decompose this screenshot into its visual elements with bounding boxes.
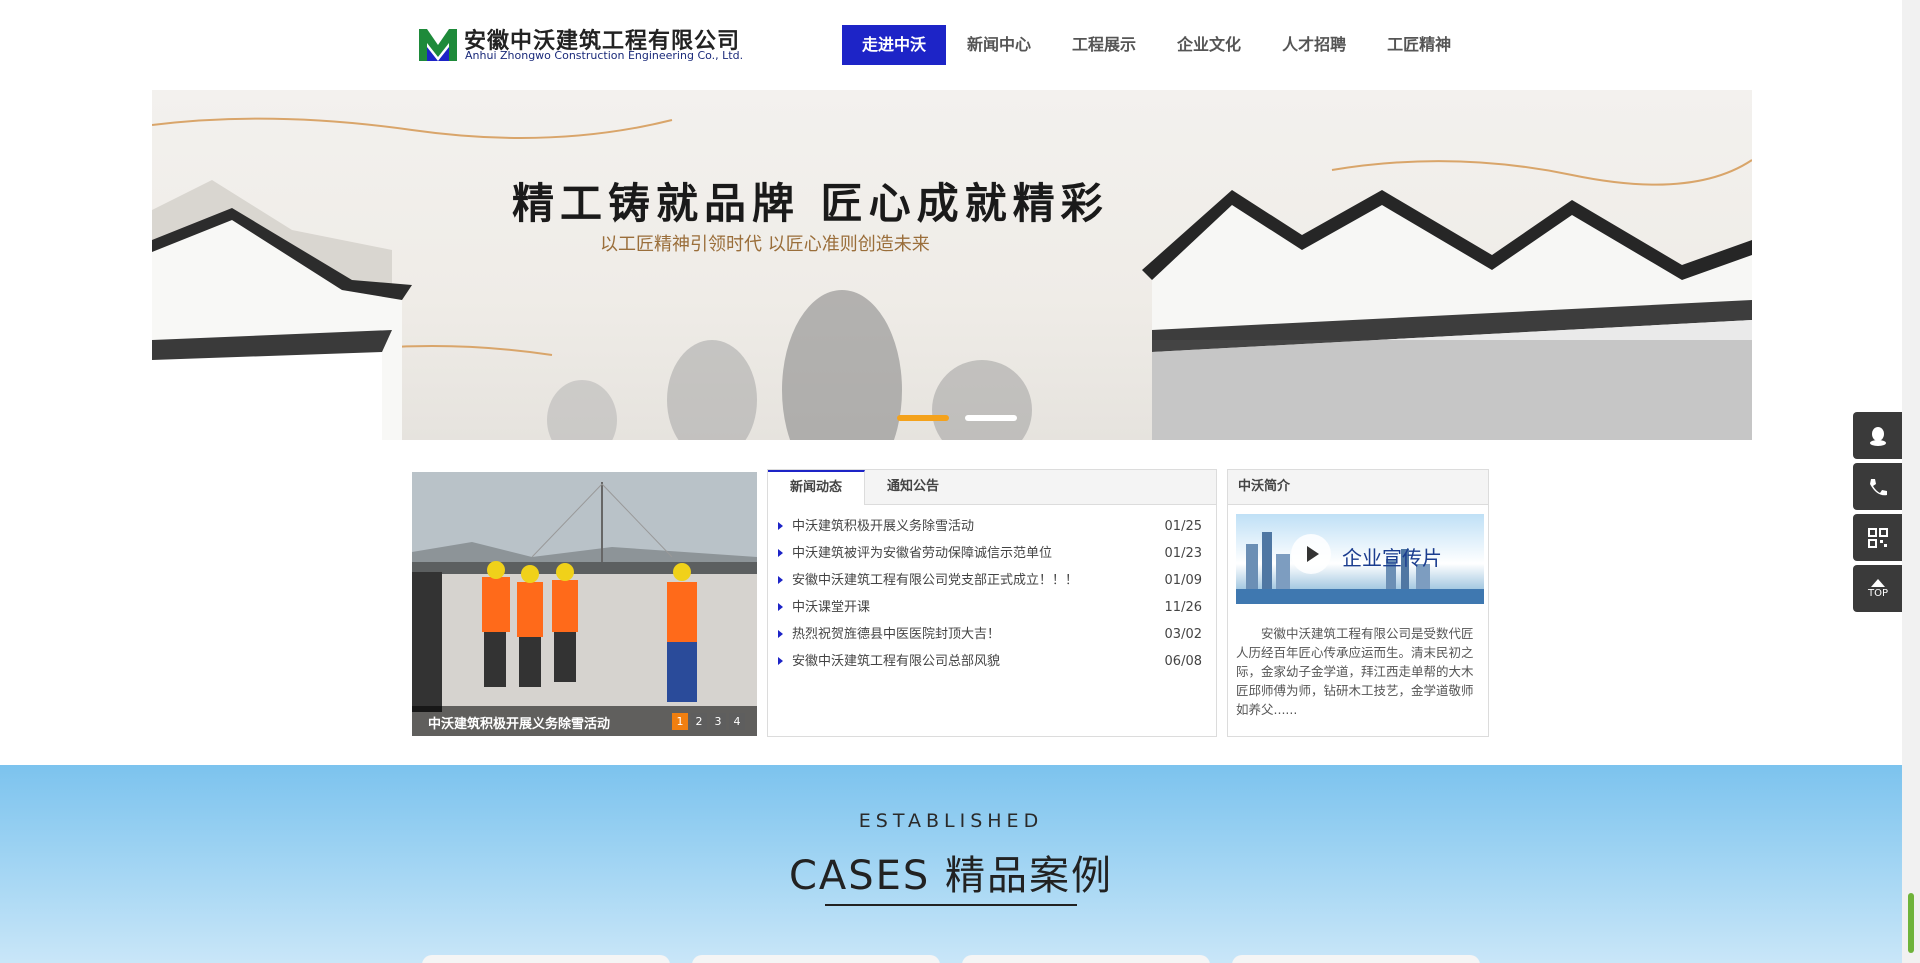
promo-video[interactable]: 企业宣传片 [1236,514,1484,604]
news-item[interactable]: 中沃建筑被评为安徽省劳动保障诚信示范单位 01/23 [768,540,1216,567]
news-panel: 新闻动态 通知公告 中沃建筑积极开展义务除雪活动 01/25 中沃建筑被评为安徽省… [767,469,1217,737]
news-item[interactable]: 中沃建筑积极开展义务除雪活动 01/25 [768,513,1216,540]
news-title[interactable]: 中沃建筑积极开展义务除雪活动 [792,519,974,534]
banner-dot-1[interactable] [897,415,949,421]
arrow-up-icon [1871,578,1885,587]
photo-page-4[interactable]: 4 [729,713,745,730]
cases-title: CASES 精品案例 [788,853,1114,899]
photo-caption-bar: 中沃建筑积极开展义务除雪活动 1 2 3 4 [412,706,757,736]
phone-icon [1870,478,1887,495]
news-date: 01/09 [1164,573,1202,588]
cases-section: ESTABLISHED CASES 精品案例 [0,765,1902,963]
photo-page-1[interactable]: 1 [672,713,688,730]
case-card[interactable] [692,955,940,963]
banner-illustration [152,117,1752,440]
logo-en-text: Anhui Zhongwo Construction Engineering C… [465,49,744,62]
nav-item-craftsman[interactable]: 工匠精神 [1367,25,1471,65]
news-title[interactable]: 安徽中沃建筑工程有限公司总部风貌 [792,654,1000,669]
nav-item-projects[interactable]: 工程展示 [1052,25,1156,65]
main-nav: 走进中沃 新闻中心 工程展示 企业文化 人才招聘 工匠精神 [842,25,1472,65]
intro-text: 安徽中沃建筑工程有限公司是受数代匠人历经百年匠心传承应运而生。清末民初之际，金家… [1236,626,1474,717]
intro-panel: 中沃简介 企业宣传片 安徽中沃建筑工程有限公司是受数代匠人历经百年匠心传承应运而… [1227,469,1489,737]
qrcode-button[interactable] [1853,514,1903,561]
float-toolbar: TOP [1853,412,1903,616]
phone-button[interactable] [1853,463,1903,510]
header: 安徽中沃建筑工程有限公司 Anhui Zhongwo Construction … [0,0,1920,90]
news-date: 11/26 [1164,600,1202,615]
news-title[interactable]: 热烈祝贺旌德县中医医院封顶大吉！ [792,627,1000,642]
back-to-top-button[interactable]: TOP [1853,565,1903,612]
photo-page-2[interactable]: 2 [691,713,707,730]
logo[interactable]: 安徽中沃建筑工程有限公司 Anhui Zhongwo Construction … [419,23,743,63]
page-scrollbar[interactable] [1902,0,1920,963]
news-tabs: 新闻动态 通知公告 [768,470,1216,505]
case-card[interactable] [962,955,1210,963]
news-date: 01/25 [1164,519,1202,534]
tab-news[interactable]: 新闻动态 [768,470,866,505]
news-title[interactable]: 中沃建筑被评为安徽省劳动保障诚信示范单位 [792,546,1052,561]
banner-title: 精工铸就品牌 匠心成就精彩 [512,179,1109,228]
cases-subtitle: ESTABLISHED [858,810,1044,832]
play-icon[interactable] [1291,534,1331,574]
news-title[interactable]: 中沃课堂开课 [792,600,870,615]
nav-item-jobs[interactable]: 人才招聘 [1262,25,1366,65]
case-card[interactable] [1232,955,1480,963]
news-item[interactable]: 热烈祝贺旌德县中医医院封顶大吉！ 03/02 [768,621,1216,648]
qrcode-icon [1868,527,1888,548]
logo-icon [419,25,457,61]
news-title[interactable]: 安徽中沃建筑工程有限公司党支部正式成立！！！ [792,573,1078,588]
news-photo [412,472,757,736]
qq-button[interactable] [1853,412,1903,459]
intro-heading: 中沃简介 [1228,470,1488,505]
promo-video-label: 企业宣传片 [1342,546,1442,570]
banner-pagination [897,415,1017,421]
back-to-top-label: TOP [1867,587,1888,599]
news-list: 中沃建筑积极开展义务除雪活动 01/25 中沃建筑被评为安徽省劳动保障诚信示范单位… [768,505,1216,675]
news-date: 01/23 [1164,546,1202,561]
news-date: 03/02 [1164,627,1202,642]
news-item[interactable]: 安徽中沃建筑工程有限公司党支部正式成立！！！ 01/09 [768,567,1216,594]
banner-subtitle: 以工匠精神引领时代 以匠心准则创造未来 [600,234,930,255]
news-photo-slider[interactable]: 中沃建筑积极开展义务除雪活动 1 2 3 4 [412,472,757,736]
news-item[interactable]: 中沃课堂开课 11/26 [768,594,1216,621]
news-date: 06/08 [1164,654,1202,669]
hero-banner[interactable]: 精工铸就品牌 匠心成就精彩 以工匠精神引领时代 以匠心准则创造未来 [152,90,1752,440]
scrollbar-thumb[interactable] [1908,893,1914,953]
cases-divider [825,904,1077,906]
case-card[interactable] [422,955,670,963]
photo-caption[interactable]: 中沃建筑积极开展义务除雪活动 [428,713,610,732]
nav-item-news[interactable]: 新闻中心 [947,25,1051,65]
banner-dot-2[interactable] [965,415,1017,421]
news-item[interactable]: 安徽中沃建筑工程有限公司总部风貌 06/08 [768,648,1216,675]
photo-pager: 1 2 3 4 [672,713,745,730]
photo-page-3[interactable]: 3 [710,713,726,730]
tab-notices[interactable]: 通知公告 [865,470,961,504]
qq-icon [1870,426,1886,446]
nav-item-culture[interactable]: 企业文化 [1157,25,1261,65]
nav-item-about[interactable]: 走进中沃 [842,25,947,65]
